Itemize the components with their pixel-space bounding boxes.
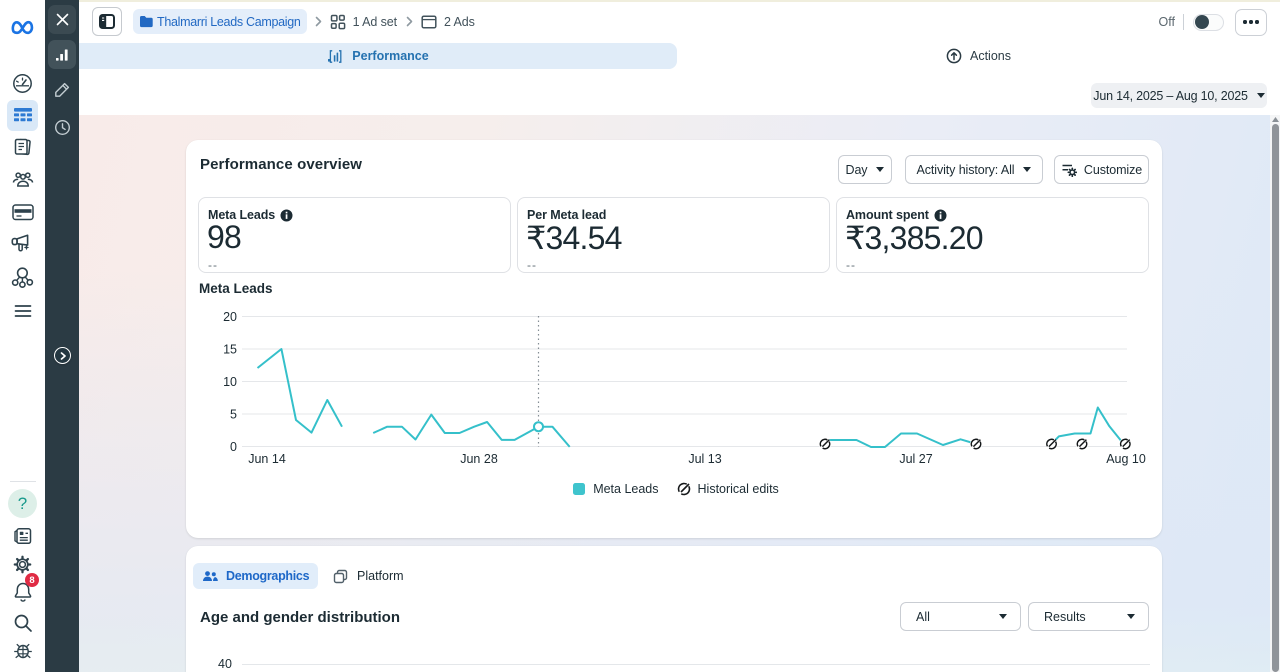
svg-text:Jul 27: Jul 27 — [899, 452, 932, 466]
svg-text:Jun 28: Jun 28 — [460, 452, 498, 466]
svg-text:15: 15 — [223, 343, 237, 357]
svg-text:Jul 13: Jul 13 — [688, 452, 721, 466]
svg-text:Aug 10: Aug 10 — [1106, 452, 1146, 466]
svg-text:20: 20 — [223, 310, 237, 324]
svg-text:0: 0 — [230, 440, 237, 454]
svg-text:5: 5 — [230, 408, 237, 422]
svg-text:10: 10 — [223, 375, 237, 389]
svg-text:Jun 14: Jun 14 — [248, 452, 286, 466]
